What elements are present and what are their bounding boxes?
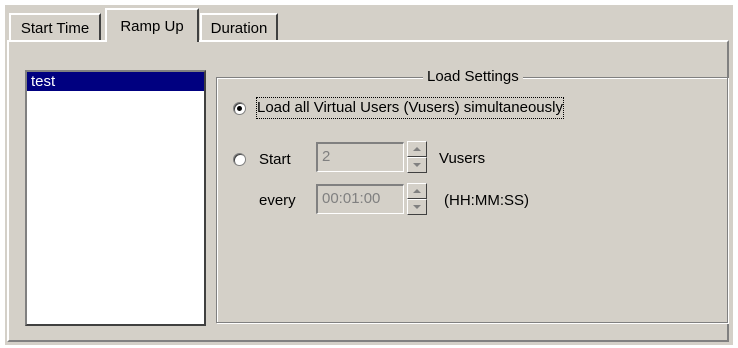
tab-ramp-up[interactable]: Ramp Up [105,8,199,42]
arrow-up-icon [413,147,421,151]
spin-down-button[interactable] [407,199,427,215]
interval-stepper[interactable] [407,183,427,215]
arrow-down-icon [413,163,421,167]
load-all-radio[interactable] [233,102,246,115]
ramp-up-dialog: Start Time Ramp Up Duration test Load Se… [5,5,733,345]
every-label: every [259,192,296,209]
list-item[interactable]: test [27,72,204,91]
start-radio[interactable] [233,153,246,166]
spin-down-button[interactable] [407,157,427,173]
load-all-label[interactable]: Load all Virtual Users (Vusers) simultan… [256,97,564,119]
tab-duration-label: Duration [210,19,268,37]
vusers-count-field[interactable]: 2 [316,142,404,172]
vusers-count-stepper[interactable] [407,141,427,173]
load-settings-title: Load Settings [423,67,523,87]
spin-up-button[interactable] [407,183,427,199]
radio-selected-dot [237,106,242,111]
start-label[interactable]: Start [259,150,291,170]
arrow-up-icon [413,189,421,193]
tab-start-time-label: Start Time [20,19,90,37]
interval-field[interactable]: 00:01:00 [316,184,404,214]
scenario-listbox[interactable]: test [25,70,206,326]
vusers-unit-label: Vusers [439,150,486,167]
tab-duration[interactable]: Duration [200,13,278,41]
load-settings-group: Load Settings Load all Virtual Users (Vu… [216,67,728,323]
tab-ramp-up-label: Ramp Up [120,17,184,35]
tab-start-time[interactable]: Start Time [9,13,101,41]
spin-up-button[interactable] [407,141,427,157]
interval-format-label: (HH:MM:SS) [444,192,529,209]
arrow-down-icon [413,205,421,209]
